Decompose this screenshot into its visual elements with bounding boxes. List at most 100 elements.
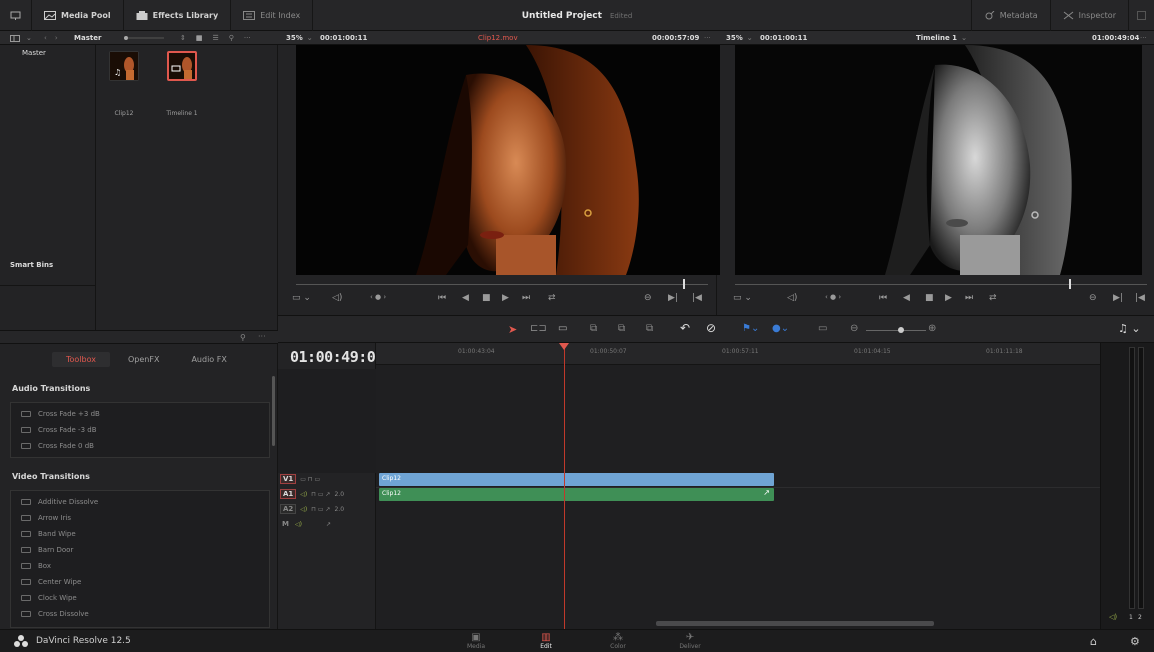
list-item[interactable]: Cross Dissolve [11, 606, 269, 622]
timeline-viewer-playhead[interactable] [1069, 279, 1071, 289]
grid-view-icon[interactable]: ▦ [196, 34, 203, 42]
list-item[interactable]: Cross Fade 0 dB [11, 438, 269, 454]
play-reverse-icon[interactable]: ◀ [903, 293, 910, 303]
jog-icon[interactable]: ‹ ● › [370, 293, 386, 301]
media-pool-button[interactable]: Media Pool [32, 0, 124, 31]
clip-thumbnail-timeline1[interactable] [167, 51, 197, 81]
stop-icon[interactable]: ■ [925, 293, 934, 303]
timeline-playhead[interactable] [559, 343, 569, 629]
zoom-full-icon[interactable]: ▭ [818, 323, 827, 334]
link-icon[interactable]: ⊘ [706, 321, 716, 335]
clip-thumbnail-clip12[interactable]: ♫ [109, 51, 139, 81]
bin-item-master[interactable]: Master [22, 49, 46, 57]
edit-index-button[interactable]: Edit Index [231, 0, 314, 31]
source-more-icon[interactable]: ··· [704, 31, 711, 45]
track-controls[interactable]: ⊓ ▭ ↗ [311, 491, 330, 498]
list-item[interactable]: Center Wipe [11, 574, 269, 590]
list-item[interactable]: Additive Dissolve [11, 494, 269, 510]
list-view-icon[interactable]: ☰ [213, 34, 219, 42]
more-icon[interactable]: ··· [244, 34, 251, 42]
blade-tool-icon[interactable]: ▭ [558, 323, 567, 334]
list-item[interactable]: Cross Fade +3 dB [11, 406, 269, 422]
timeline-ruler[interactable]: 01:00:43:04 01:00:50:07 01:00:57:11 01:0… [376, 343, 1100, 365]
mark-out-icon[interactable]: |◀ [1135, 293, 1145, 303]
thumbnail-size-slider[interactable] [124, 31, 164, 45]
flag-icon[interactable]: ⚑⌄ [742, 323, 759, 334]
skip-forward-icon[interactable]: ⏭ [965, 293, 973, 303]
page-color[interactable]: ⁂ Color [600, 632, 636, 650]
view-options-icon[interactable]: ▭ ⌄ [292, 293, 311, 303]
source-scrubber[interactable] [296, 284, 708, 285]
video-clip[interactable]: Clip12 [379, 473, 774, 486]
timeline-selector[interactable]: Timeline 1 ⌄ [916, 31, 967, 45]
speaker-icon[interactable]: ◁) [295, 521, 302, 528]
panel-layout-button[interactable]: ⌄ [10, 31, 32, 45]
audio-settings-icon[interactable]: ♫ ⌄ [1118, 322, 1141, 335]
metadata-button[interactable]: Metadata [970, 0, 1051, 31]
effects-library-button[interactable]: Effects Library [124, 0, 232, 31]
loop-icon[interactable]: ⇄ [989, 293, 997, 303]
list-item[interactable]: Clock Wipe [11, 590, 269, 606]
trim-tool-icon[interactable]: ⊏⊐ [530, 323, 547, 334]
track-controls[interactable]: ▭ ⊓ ▭ [300, 476, 320, 483]
speaker-icon[interactable]: ◁) [300, 506, 307, 513]
more-icon[interactable]: ··· [258, 332, 266, 341]
workspace-toggle-button[interactable] [0, 0, 32, 31]
source-viewer[interactable] [296, 45, 720, 275]
list-item[interactable]: Barn Door [11, 542, 269, 558]
skip-forward-icon[interactable]: ⏭ [522, 293, 530, 303]
timeline-scrollbar[interactable] [656, 621, 934, 626]
scrollbar[interactable] [272, 376, 275, 446]
match-frame-icon[interactable]: ⊖ [1089, 293, 1097, 303]
zoom-slider[interactable] [866, 330, 926, 331]
speaker-icon[interactable]: ◁) [332, 293, 342, 303]
snapping-icon[interactable]: ↶ [680, 321, 690, 335]
skip-back-icon[interactable]: ⏮ [879, 293, 887, 303]
zoom-out-icon[interactable]: ⊖ [850, 323, 858, 334]
mark-out-icon[interactable]: |◀ [692, 293, 702, 303]
speaker-icon[interactable]: ◁) [300, 491, 307, 498]
search-icon[interactable]: ⚲ [229, 34, 234, 42]
timeline-area[interactable]: 01:00:43:04 01:00:50:07 01:00:57:11 01:0… [376, 343, 1100, 629]
forward-icon[interactable]: › [55, 34, 58, 42]
expand-button[interactable] [1129, 0, 1154, 31]
loop-icon[interactable]: ⇄ [548, 293, 556, 303]
play-icon[interactable]: ▶ [502, 293, 509, 303]
tab-openfx[interactable]: OpenFX [114, 352, 173, 367]
overwrite-clip-icon[interactable]: ⧉ [618, 323, 625, 334]
back-icon[interactable]: ‹ [44, 34, 47, 42]
play-reverse-icon[interactable]: ◀ [462, 293, 469, 303]
sort-icon[interactable]: ⇕ [180, 34, 186, 42]
fade-handle-icon[interactable]: ↗ [763, 488, 770, 497]
gear-icon[interactable]: ⚙ [1130, 635, 1140, 648]
selection-tool-icon[interactable]: ➤ [508, 323, 517, 336]
speaker-icon[interactable]: ◁) [787, 293, 797, 303]
playhead-handle[interactable] [559, 343, 569, 350]
search-icon[interactable]: ⚲ [240, 333, 246, 342]
list-item[interactable]: Band Wipe [11, 526, 269, 542]
track-id[interactable]: V1 [280, 474, 297, 484]
skip-back-icon[interactable]: ⏮ [438, 293, 446, 303]
tab-audiofx[interactable]: Audio FX [177, 352, 240, 367]
automation-icon[interactable]: ↗ [326, 521, 331, 528]
marker-icon[interactable]: ●⌄ [772, 323, 789, 334]
list-item[interactable]: Arrow Iris [11, 510, 269, 526]
zoom-in-icon[interactable]: ⊕ [928, 323, 936, 334]
inspector-button[interactable]: Inspector [1051, 0, 1129, 31]
audio-clip[interactable]: Clip12 ↗ [379, 488, 774, 501]
page-deliver[interactable]: ✈ Deliver [672, 632, 708, 650]
home-icon[interactable]: ⌂ [1090, 635, 1097, 648]
speaker-icon[interactable]: ◁) [1109, 613, 1117, 621]
source-zoom[interactable]: 35% ⌄ [286, 31, 313, 45]
track-id[interactable]: A2 [280, 504, 297, 514]
match-frame-icon[interactable]: ⊖ [644, 293, 652, 303]
mark-in-icon[interactable]: ▶| [668, 293, 678, 303]
stop-icon[interactable]: ■ [482, 293, 491, 303]
source-playhead[interactable] [683, 279, 685, 289]
track-id[interactable]: A1 [280, 489, 297, 499]
jog-icon[interactable]: ‹ ● › [825, 293, 841, 301]
insert-clip-icon[interactable]: ⧉ [590, 323, 597, 334]
page-edit[interactable]: ▥ Edit [528, 632, 564, 650]
track-controls[interactable]: ⊓ ▭ ↗ [311, 506, 330, 513]
zoom-slider-handle[interactable] [898, 327, 904, 333]
